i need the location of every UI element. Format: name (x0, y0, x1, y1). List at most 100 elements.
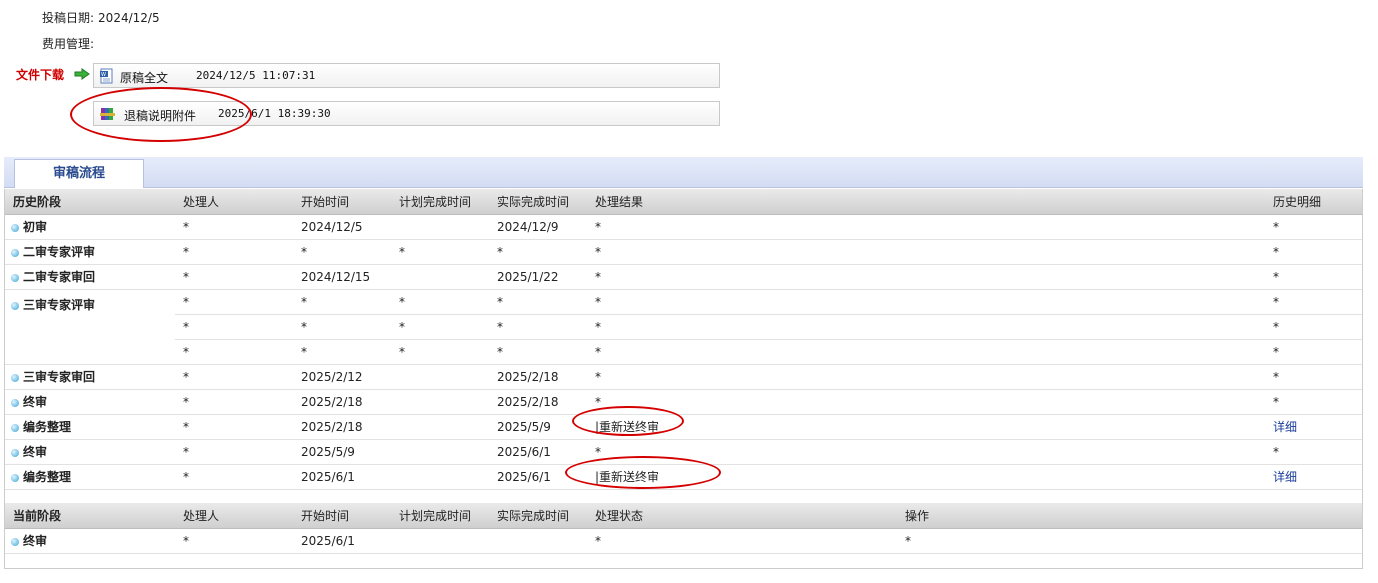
stage-name: 编务整理 (23, 470, 72, 484)
col-header-planned-finish: 计划完成时间 (391, 503, 489, 529)
stage-name: 二审专家审回 (23, 270, 96, 284)
plan-cell (391, 364, 489, 390)
stage-cell: 终审 (5, 439, 175, 465)
file-row-rejection-attachment[interactable]: 退稿说明附件 2025/6/1 18:39:30 (93, 101, 720, 126)
result-cell: * (587, 239, 1265, 265)
result-cell: * (587, 289, 1265, 315)
col-header-actual-finish: 实际完成时间 (489, 189, 587, 215)
col-header-history-detail: 历史明细 (1265, 189, 1362, 215)
col-header-handler: 处理人 (175, 503, 293, 529)
detail-cell: * (1265, 264, 1362, 290)
detail-link[interactable]: 详细 (1273, 470, 1297, 484)
start-cell: 2025/2/12 (293, 364, 391, 390)
handler-cell: * (175, 414, 293, 440)
result-cell: * (587, 389, 1265, 415)
handler-cell: * (175, 339, 293, 365)
handler-cell: * (175, 214, 293, 240)
svg-text:W: W (101, 72, 106, 78)
start-cell: 2024/12/5 (293, 214, 391, 240)
actual-cell: * (489, 239, 587, 265)
start-cell: * (293, 339, 391, 365)
stage-name: 终审 (23, 395, 48, 409)
detail-link[interactable]: 详细 (1273, 420, 1297, 434)
file-time: 2025/6/1 18:39:30 (218, 107, 331, 120)
col-header-current-stage: 当前阶段 (5, 503, 175, 529)
actual-cell: * (489, 339, 587, 365)
actual-cell: 2025/1/22 (489, 264, 587, 290)
detail-cell: * (1265, 239, 1362, 265)
table-row: 终审 * 2025/6/1 * * (5, 528, 1362, 554)
file-time: 2024/12/5 11:07:31 (196, 69, 316, 82)
bullet-icon (11, 474, 19, 482)
tab-bar: 审稿流程 (4, 157, 1363, 188)
start-cell: 2025/2/18 (293, 389, 391, 415)
fee-management-label: 费用管理: (42, 37, 95, 51)
plan-cell (391, 414, 489, 440)
green-arrow-icon (74, 68, 90, 80)
table-row: 编务整理 * 2025/6/1 2025/6/1 |重新送终审 详细 (5, 464, 1362, 490)
stage-name: 编务整理 (23, 420, 72, 434)
table-row: * * * * * * (5, 314, 1362, 340)
detail-cell[interactable]: 详细 (1265, 414, 1362, 440)
plan-cell (391, 389, 489, 415)
stage-cell: 初审 (5, 214, 175, 240)
stage-cell: 终审 (5, 389, 175, 415)
bullet-icon (11, 274, 19, 282)
actual-cell: 2024/12/9 (489, 214, 587, 240)
col-header-planned-finish: 计划完成时间 (391, 189, 489, 215)
start-cell: 2024/12/15 (293, 264, 391, 290)
actual-cell (489, 528, 587, 554)
plan-cell: * (391, 339, 489, 365)
table-row: 终审 * 2025/5/9 2025/6/1 * * (5, 439, 1362, 465)
col-header-start-time: 开始时间 (293, 189, 391, 215)
file-name[interactable]: 退稿说明附件 (124, 107, 196, 124)
start-cell: 2025/6/1 (293, 464, 391, 490)
result-cell: * (587, 314, 1265, 340)
bullet-icon (11, 449, 19, 457)
file-row-original[interactable]: W 原稿全文 2024/12/5 11:07:31 (93, 63, 720, 88)
file-download-label: 文件下载 (16, 68, 65, 82)
current-stage-table: 当前阶段 处理人 开始时间 计划完成时间 实际完成时间 处理状态 操作 终审 *… (5, 503, 1362, 554)
detail-cell[interactable]: 详细 (1265, 464, 1362, 490)
col-header-actual-finish: 实际完成时间 (489, 503, 587, 529)
stage-name: 初审 (23, 220, 48, 234)
word-document-icon: W (100, 68, 113, 84)
col-header-result: 处理结果 (587, 189, 1265, 215)
start-cell: 2025/2/18 (293, 414, 391, 440)
plan-cell (391, 528, 489, 554)
actual-cell: * (489, 314, 587, 340)
stage-cell: 终审 (5, 528, 175, 554)
plan-cell (391, 464, 489, 490)
col-header-handler: 处理人 (175, 189, 293, 215)
submit-date-label: 投稿日期: (42, 11, 95, 25)
current-header-row: 当前阶段 处理人 开始时间 计划完成时间 实际完成时间 处理状态 操作 (5, 503, 1362, 529)
status-cell: * (587, 528, 897, 554)
bullet-icon (11, 399, 19, 407)
actual-cell: 2025/5/9 (489, 414, 587, 440)
plan-cell: * (391, 239, 489, 265)
result-cell: * (587, 339, 1265, 365)
stage-cell: 编务整理 (5, 464, 175, 490)
result-cell: |重新送终审 (587, 464, 1265, 490)
bullet-icon (11, 301, 19, 310)
plan-cell: * (391, 314, 489, 340)
bullet-icon (11, 249, 19, 257)
stage-name: 终审 (23, 534, 48, 548)
table-row: 终审 * 2025/2/18 2025/2/18 * * (5, 389, 1362, 415)
detail-cell: * (1265, 214, 1362, 240)
history-header-row: 历史阶段 处理人 开始时间 计划完成时间 实际完成时间 处理结果 历史明细 (5, 189, 1362, 215)
tab-review-process[interactable]: 审稿流程 (14, 159, 144, 188)
file-name[interactable]: 原稿全文 (120, 69, 168, 86)
detail-cell: * (1265, 289, 1362, 315)
spacer-row (5, 489, 1362, 503)
stage-cell: 编务整理 (5, 414, 175, 440)
detail-cell: * (1265, 364, 1362, 390)
start-cell: * (293, 289, 391, 315)
detail-cell: * (1265, 339, 1362, 365)
fee-management-line: 费用管理: (42, 35, 98, 52)
result-cell: |重新送终审 (587, 414, 1265, 440)
bullet-icon (11, 538, 19, 546)
stage-cell: 二审专家评审 (5, 239, 175, 265)
submit-date-value: 2024/12/5 (98, 11, 160, 25)
table-row: 编务整理 * 2025/2/18 2025/5/9 |重新送终审 详细 (5, 414, 1362, 440)
